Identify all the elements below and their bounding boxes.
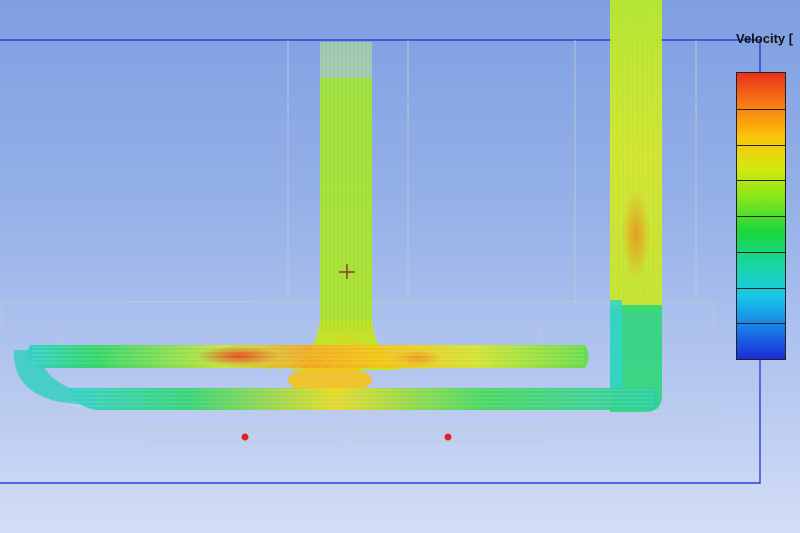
legend-title: Velocity [ [736,31,794,46]
colorbar-tick [737,216,785,217]
probe-markers[interactable] [241,433,452,441]
colorbar-tick [737,251,785,253]
colorbar-tick [737,180,785,182]
colorbar-tick [737,287,785,289]
upper-channel-flow [27,345,589,368]
colorbar-tick [737,144,785,146]
probe-point-left [241,433,249,441]
cfd-viewport[interactable]: Velocity [ [0,0,800,533]
velocity-colorbar[interactable] [736,72,786,360]
probe-point-right [444,433,452,441]
colorbar-tick [737,108,785,110]
velocity-vector-plot[interactable] [0,0,800,533]
colorbar-tick [737,323,785,325]
